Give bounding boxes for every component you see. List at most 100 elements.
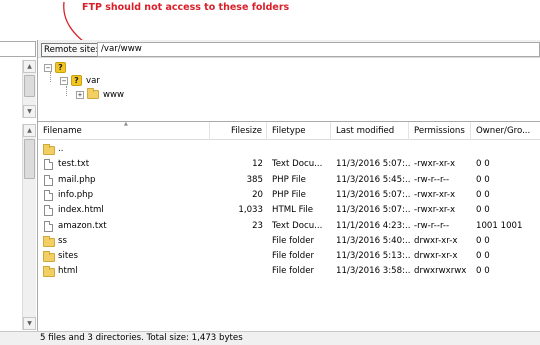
list-item[interactable]: mail.php 385 PHP File 11/3/2016 5:45:... -rw… — [38, 173, 540, 188]
expand-icon[interactable]: + — [76, 90, 84, 99]
list-item[interactable]: test.txt 12 Text Docu... 11/3/2016 5:07:...… — [38, 157, 540, 172]
folder-icon — [43, 251, 55, 263]
collapse-icon[interactable]: − — [44, 63, 52, 72]
cell-owner-group: 0 0 — [476, 159, 490, 170]
list-header: Filename ▲ Filesize Filetype Last modifi… — [38, 122, 540, 140]
cell-owner-group: 1001 1001 — [476, 220, 523, 231]
cell-filesize: 1,033 — [238, 205, 263, 216]
cell-owner-group: 0 0 — [476, 235, 490, 246]
cell-filetype: File folder — [272, 235, 315, 246]
file-icon — [44, 189, 53, 201]
unknown-folder-icon: ? — [71, 75, 82, 86]
scroll-thumb[interactable] — [24, 75, 35, 97]
cell-permissions — [414, 142, 472, 157]
list-item[interactable]: ss File folder 11/3/2016 5:40:... drwxr-xr-… — [38, 234, 540, 249]
cell-permissions: -rw-r--r-- — [414, 174, 450, 185]
tree-item-label: www — [103, 89, 125, 100]
cell-filetype: File folder — [272, 266, 315, 277]
cell-owner-group: 0 0 — [476, 266, 490, 277]
list-item[interactable]: sites File folder 11/3/2016 5:13:... drwxr-… — [38, 249, 540, 264]
cell-last-modified: 11/3/2016 5:07:... — [336, 205, 410, 216]
cell-owner-group — [476, 142, 540, 157]
cell-last-modified: 11/1/2016 4:23:... — [336, 220, 410, 231]
cell-filesize — [210, 142, 263, 157]
local-tree-scrollbar[interactable]: ▲ ▼ — [22, 60, 36, 118]
cell-filename: index.html — [58, 205, 104, 216]
column-last-modified[interactable]: Last modified — [331, 122, 409, 140]
file-icon — [44, 159, 53, 171]
cell-filetype: Text Docu... — [272, 159, 323, 170]
cell-permissions: -rw-r--r-- — [414, 220, 450, 231]
remote-directory-tree: − ? − ? var + www — [38, 58, 540, 122]
cell-last-modified: 11/3/2016 5:40:... — [336, 235, 410, 246]
list-item[interactable]: amazon.txt 23 Text Docu... 11/1/2016 4:23:.… — [38, 219, 540, 234]
cell-last-modified — [336, 142, 410, 157]
tree-item-root[interactable]: − ? — [44, 61, 70, 74]
cell-filesize — [210, 249, 263, 264]
folder-icon — [87, 88, 99, 99]
column-filesize[interactable]: Filesize — [210, 122, 267, 140]
cell-filetype — [272, 142, 332, 157]
cell-filetype: PHP File — [272, 174, 306, 185]
unknown-folder-icon: ? — [55, 62, 66, 73]
cell-filename: ss — [58, 235, 67, 246]
remote-path-input[interactable]: /var/www — [97, 42, 540, 57]
cell-filesize: 385 — [246, 174, 263, 185]
cell-permissions: -rwxr-xr-x — [414, 159, 456, 170]
status-bar: 5 files and 3 directories. Total size: 1… — [0, 331, 540, 345]
tree-item-var[interactable]: − ? var — [60, 74, 100, 87]
tree-item-label: var — [86, 75, 100, 86]
file-icon — [44, 205, 53, 217]
scroll-up-icon[interactable]: ▲ — [23, 124, 36, 137]
cell-filesize: 12 — [252, 159, 263, 170]
collapse-icon[interactable]: − — [60, 76, 68, 85]
cell-last-modified: 11/3/2016 5:13:... — [336, 251, 410, 262]
sort-ascending-icon: ▲ — [124, 121, 128, 127]
remote-file-list[interactable]: Filename ▲ Filesize Filetype Last modifi… — [38, 122, 540, 332]
cell-filename: mail.php — [58, 174, 96, 185]
cell-last-modified: 11/3/2016 5:07:... — [336, 159, 410, 170]
cell-filetype: Text Docu... — [272, 220, 323, 231]
list-item[interactable]: index.html 1,033 HTML File 11/3/2016 5:07:.… — [38, 203, 540, 218]
local-path-input[interactable] — [0, 41, 36, 57]
cell-filesize: 23 — [252, 220, 263, 231]
remote-site-label: Remote site: — [41, 43, 102, 57]
column-owner-group[interactable]: Owner/Gro... — [471, 122, 540, 140]
cell-filename: amazon.txt — [58, 220, 107, 231]
list-item[interactable]: .. — [38, 142, 540, 157]
folder-icon — [43, 235, 55, 247]
list-item[interactable]: html File folder 11/3/2016 3:58:... drwxrwx… — [38, 264, 540, 279]
cell-last-modified: 11/3/2016 3:58:... — [336, 266, 410, 277]
cell-filename: test.txt — [58, 159, 90, 170]
scroll-down-icon[interactable]: ▼ — [23, 105, 36, 118]
column-permissions[interactable]: Permissions — [409, 122, 471, 140]
cell-filetype: PHP File — [272, 189, 306, 200]
cell-owner-group: 0 0 — [476, 205, 490, 216]
cell-owner-group: 0 0 — [476, 189, 490, 200]
folder-icon — [43, 144, 55, 155]
scroll-down-icon[interactable]: ▼ — [23, 317, 36, 330]
column-filetype[interactable]: Filetype — [267, 122, 331, 140]
list-item[interactable]: info.php 20 PHP File 11/3/2016 5:07:... -rwx… — [38, 188, 540, 203]
cell-filesize: 20 — [252, 189, 263, 200]
file-icon — [44, 220, 53, 232]
scroll-up-icon[interactable]: ▲ — [23, 60, 36, 73]
cell-last-modified: 11/3/2016 5:45:... — [336, 174, 410, 185]
cell-permissions: drwxr-xr-x — [414, 251, 458, 262]
cell-filename: info.php — [58, 189, 94, 200]
cell-filename: sites — [58, 251, 78, 262]
scroll-thumb[interactable] — [24, 139, 35, 179]
cell-last-modified: 11/3/2016 5:07:... — [336, 189, 410, 200]
cell-permissions: -rwxr-xr-x — [414, 189, 456, 200]
cell-owner-group: 0 0 — [476, 251, 490, 262]
cell-filesize — [210, 264, 263, 279]
cell-filetype: HTML File — [272, 205, 314, 216]
cell-permissions: -rwxr-xr-x — [414, 205, 456, 216]
tree-item-www[interactable]: + www — [76, 88, 124, 101]
folder-icon — [43, 266, 55, 278]
cell-permissions: drwxr-xr-x — [414, 235, 458, 246]
local-list-scrollbar[interactable]: ▲ ▼ — [22, 124, 36, 330]
file-icon — [44, 174, 53, 186]
cell-owner-group: 0 0 — [476, 174, 490, 185]
cell-filetype: File folder — [272, 251, 315, 262]
